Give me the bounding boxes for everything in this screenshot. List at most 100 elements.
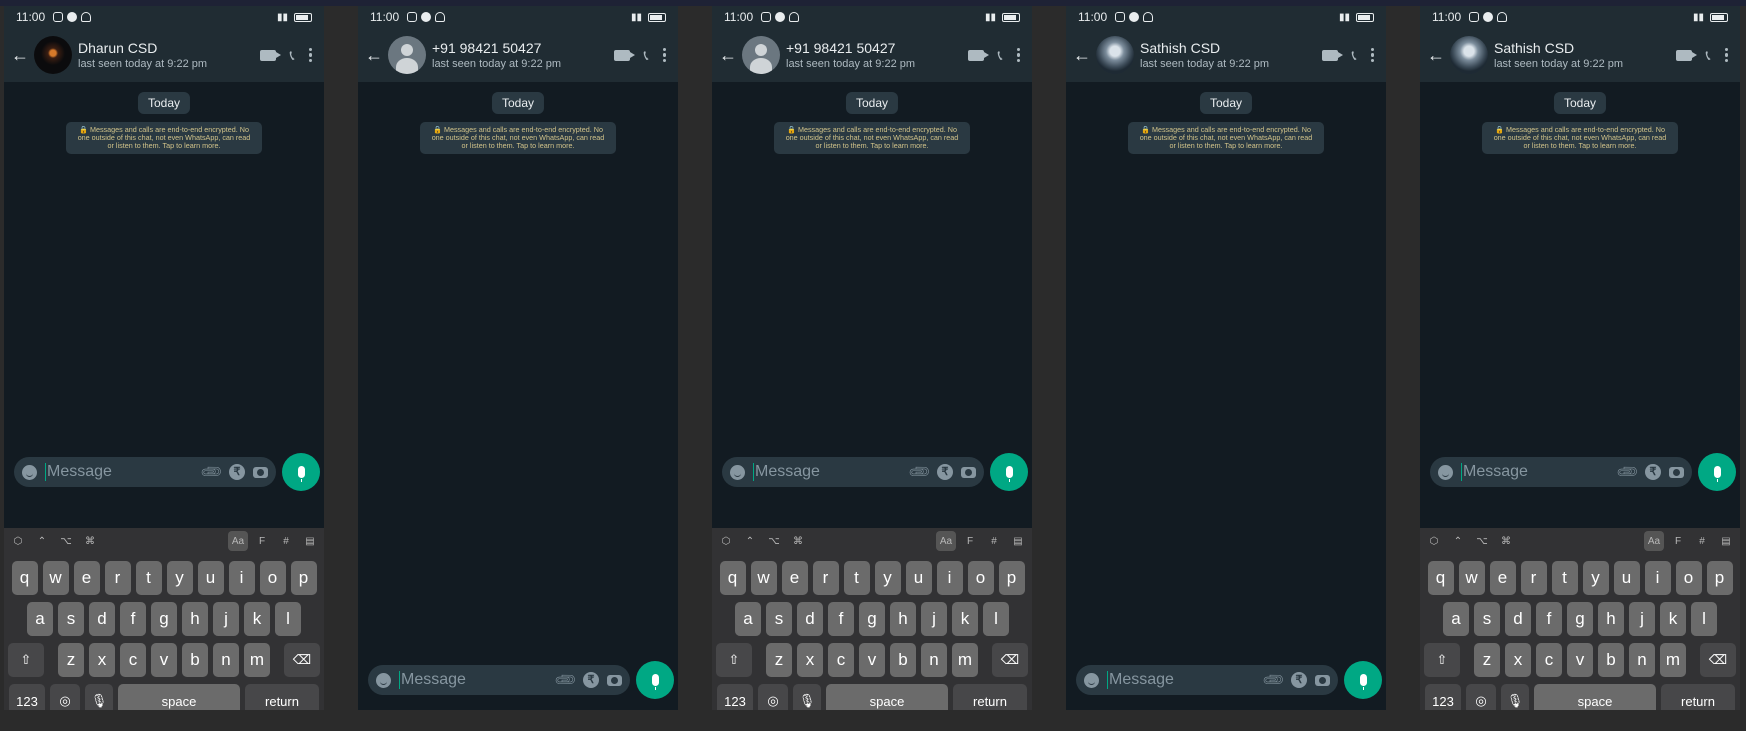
key-g[interactable]: g <box>151 602 177 636</box>
space-key[interactable]: space <box>1534 684 1656 710</box>
key-w[interactable]: w <box>1458 561 1485 595</box>
video-call-icon[interactable] <box>259 49 281 61</box>
more-options-icon[interactable] <box>1370 47 1374 63</box>
more-options-icon[interactable] <box>662 47 666 63</box>
backspace-key[interactable]: ⌫ <box>284 643 320 677</box>
payment-rupee-icon[interactable]: ₹ <box>1291 672 1307 688</box>
key-l[interactable]: l <box>1691 602 1717 636</box>
caret-up-icon[interactable]: ⌃ <box>1448 531 1468 551</box>
key-y[interactable]: y <box>1582 561 1609 595</box>
key-m[interactable]: m <box>1660 643 1686 677</box>
video-call-icon[interactable] <box>1321 49 1343 61</box>
voice-call-icon[interactable]: 📞︎ <box>998 47 1003 64</box>
key-w[interactable]: w <box>42 561 69 595</box>
message-box[interactable]: Message 📎︎ ₹ <box>368 665 630 695</box>
key-l[interactable]: l <box>275 602 301 636</box>
camera-icon[interactable] <box>961 466 976 478</box>
command-icon[interactable]: ⌘ <box>1496 531 1516 551</box>
toolbar-hash[interactable]: # <box>276 531 296 551</box>
key-r[interactable]: r <box>1520 561 1547 595</box>
attach-icon[interactable]: 📎︎ <box>198 459 224 485</box>
shift-key[interactable]: ⇧ <box>716 643 752 677</box>
voice-message-button[interactable] <box>282 453 320 491</box>
key-c[interactable]: c <box>120 643 146 677</box>
contact-info[interactable]: Sathish CSD last seen today at 9:22 pm <box>1494 39 1676 72</box>
dictation-mic-icon[interactable]: 🎙︎ <box>793 684 821 710</box>
back-arrow-icon[interactable]: ← <box>1072 45 1092 66</box>
voice-message-button[interactable] <box>1344 661 1382 699</box>
emoji-icon[interactable] <box>1438 464 1453 480</box>
back-arrow-icon[interactable]: ← <box>718 45 738 66</box>
video-call-icon[interactable] <box>613 49 635 61</box>
message-input[interactable]: Message <box>45 463 194 481</box>
attach-icon[interactable]: 📎︎ <box>1614 459 1640 485</box>
key-p[interactable]: p <box>998 561 1025 595</box>
payment-rupee-icon[interactable]: ₹ <box>937 464 953 480</box>
attach-icon[interactable]: 📎︎ <box>1260 667 1286 693</box>
key-o[interactable]: o <box>259 561 286 595</box>
option-icon[interactable]: ⌥ <box>764 531 784 551</box>
key-a[interactable]: a <box>735 602 761 636</box>
option-icon[interactable]: ⌥ <box>56 531 76 551</box>
dictation-mic-icon[interactable]: 🎙︎ <box>1501 684 1529 710</box>
contact-info[interactable]: Dharun CSD last seen today at 9:22 pm <box>78 39 260 72</box>
key-h[interactable]: h <box>890 602 916 636</box>
key-s[interactable]: s <box>766 602 792 636</box>
key-s[interactable]: s <box>1474 602 1500 636</box>
key-i[interactable]: i <box>228 561 255 595</box>
key-b[interactable]: b <box>890 643 916 677</box>
voice-message-button[interactable] <box>1698 453 1736 491</box>
encryption-notice[interactable]: 🔒 Messages and calls are end-to-end encr… <box>774 122 970 154</box>
attach-icon[interactable]: 📎︎ <box>552 667 578 693</box>
key-d[interactable]: d <box>89 602 115 636</box>
key-z[interactable]: z <box>58 643 84 677</box>
key-v[interactable]: v <box>1567 643 1593 677</box>
key-u[interactable]: u <box>905 561 932 595</box>
more-options-icon[interactable] <box>1016 47 1020 63</box>
key-x[interactable]: x <box>797 643 823 677</box>
key-j[interactable]: j <box>1629 602 1655 636</box>
key-i[interactable]: i <box>1644 561 1671 595</box>
key-k[interactable]: k <box>952 602 978 636</box>
globe-icon[interactable]: ◎ <box>1466 684 1496 710</box>
key-y[interactable]: y <box>874 561 901 595</box>
emoji-icon[interactable] <box>22 464 37 480</box>
avatar[interactable] <box>1450 36 1488 74</box>
numbers-key[interactable]: 123 <box>1425 684 1461 710</box>
key-h[interactable]: h <box>182 602 208 636</box>
key-a[interactable]: a <box>1443 602 1469 636</box>
option-icon[interactable]: ⌥ <box>1472 531 1492 551</box>
key-w[interactable]: w <box>750 561 777 595</box>
payment-rupee-icon[interactable]: ₹ <box>583 672 599 688</box>
key-d[interactable]: d <box>1505 602 1531 636</box>
key-h[interactable]: h <box>1598 602 1624 636</box>
toolbar-doc-icon[interactable]: ▤ <box>1008 531 1028 551</box>
key-b[interactable]: b <box>1598 643 1624 677</box>
emoji-icon[interactable] <box>730 464 745 480</box>
payment-rupee-icon[interactable]: ₹ <box>1645 464 1661 480</box>
emoji-icon[interactable] <box>376 672 391 688</box>
caret-up-icon[interactable]: ⌃ <box>740 531 760 551</box>
contact-info[interactable]: +91 98421 50427 last seen today at 9:22 … <box>432 39 614 72</box>
back-arrow-icon[interactable]: ← <box>364 45 384 66</box>
more-options-icon[interactable] <box>1724 47 1728 63</box>
key-j[interactable]: j <box>921 602 947 636</box>
voice-call-icon[interactable]: 📞︎ <box>1706 47 1711 64</box>
camera-icon[interactable] <box>253 466 268 478</box>
clipboard-icon[interactable]: ⬡ <box>1424 531 1444 551</box>
camera-icon[interactable] <box>1315 674 1330 686</box>
numbers-key[interactable]: 123 <box>717 684 753 710</box>
voice-message-button[interactable] <box>636 661 674 699</box>
key-j[interactable]: j <box>213 602 239 636</box>
key-q[interactable]: q <box>11 561 38 595</box>
key-l[interactable]: l <box>983 602 1009 636</box>
video-call-icon[interactable] <box>967 49 989 61</box>
key-o[interactable]: o <box>967 561 994 595</box>
key-s[interactable]: s <box>58 602 84 636</box>
clipboard-icon[interactable]: ⬡ <box>716 531 736 551</box>
key-e[interactable]: e <box>73 561 100 595</box>
key-k[interactable]: k <box>244 602 270 636</box>
toolbar-hash[interactable]: # <box>984 531 1004 551</box>
message-box[interactable]: Message 📎︎ ₹ <box>1430 457 1692 487</box>
key-n[interactable]: n <box>1629 643 1655 677</box>
